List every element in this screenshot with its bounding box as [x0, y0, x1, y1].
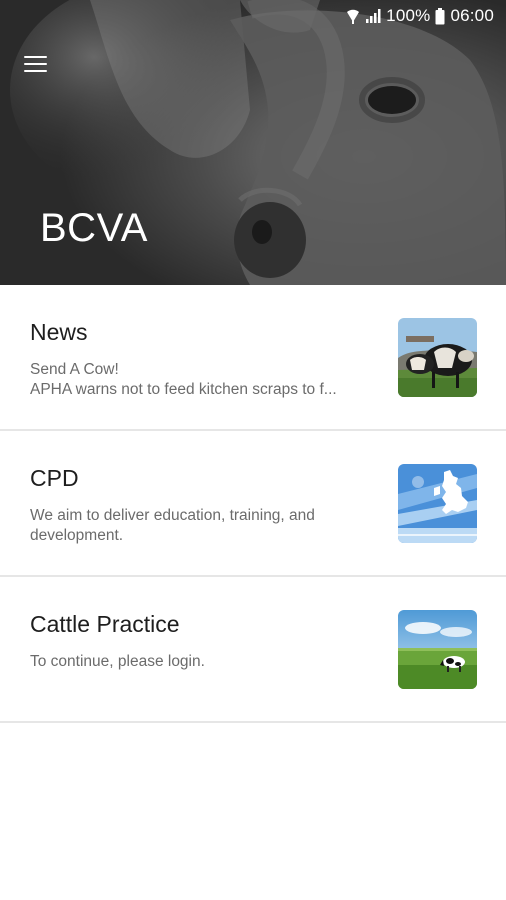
section-list: News Send A Cow! APHA warns not to feed … [0, 285, 506, 723]
list-item-description: To continue, please login. [30, 652, 380, 672]
description-line: Send A Cow! [30, 361, 119, 378]
description-line: APHA warns not to feed kitchen scraps to… [30, 381, 337, 398]
status-bar: 100% 06:00 [0, 0, 506, 32]
cpd-logo-thumbnail [398, 464, 477, 543]
cows-in-field-thumbnail [398, 318, 477, 397]
header-hero: 100% 06:00 BCVA [0, 0, 506, 285]
list-item-title: News [30, 319, 88, 345]
clock: 06:00 [450, 6, 494, 25]
list-item-description: We aim to deliver education, training, a… [30, 506, 380, 546]
wifi-icon [346, 8, 360, 24]
cow-meadow-thumbnail [398, 610, 477, 689]
battery-icon [435, 7, 445, 25]
list-item-title: CPD [30, 465, 79, 491]
list-item-description: Send A Cow! APHA warns not to feed kitch… [30, 360, 380, 400]
hamburger-menu-icon [23, 55, 47, 73]
signal-icon [365, 8, 381, 24]
menu-button[interactable] [16, 48, 54, 80]
list-item-news[interactable]: News Send A Cow! APHA warns not to feed … [0, 285, 506, 431]
list-item-cattle-practice[interactable]: Cattle Practice To continue, please logi… [0, 577, 506, 723]
list-item-title: Cattle Practice [30, 611, 180, 637]
list-item-cpd[interactable]: CPD We aim to deliver education, trainin… [0, 431, 506, 577]
description-line: To continue, please login. [30, 653, 205, 670]
page-title: BCVA [40, 206, 148, 250]
description-line: We aim to deliver education, training, a… [30, 507, 315, 544]
battery-percent: 100% [386, 6, 431, 25]
